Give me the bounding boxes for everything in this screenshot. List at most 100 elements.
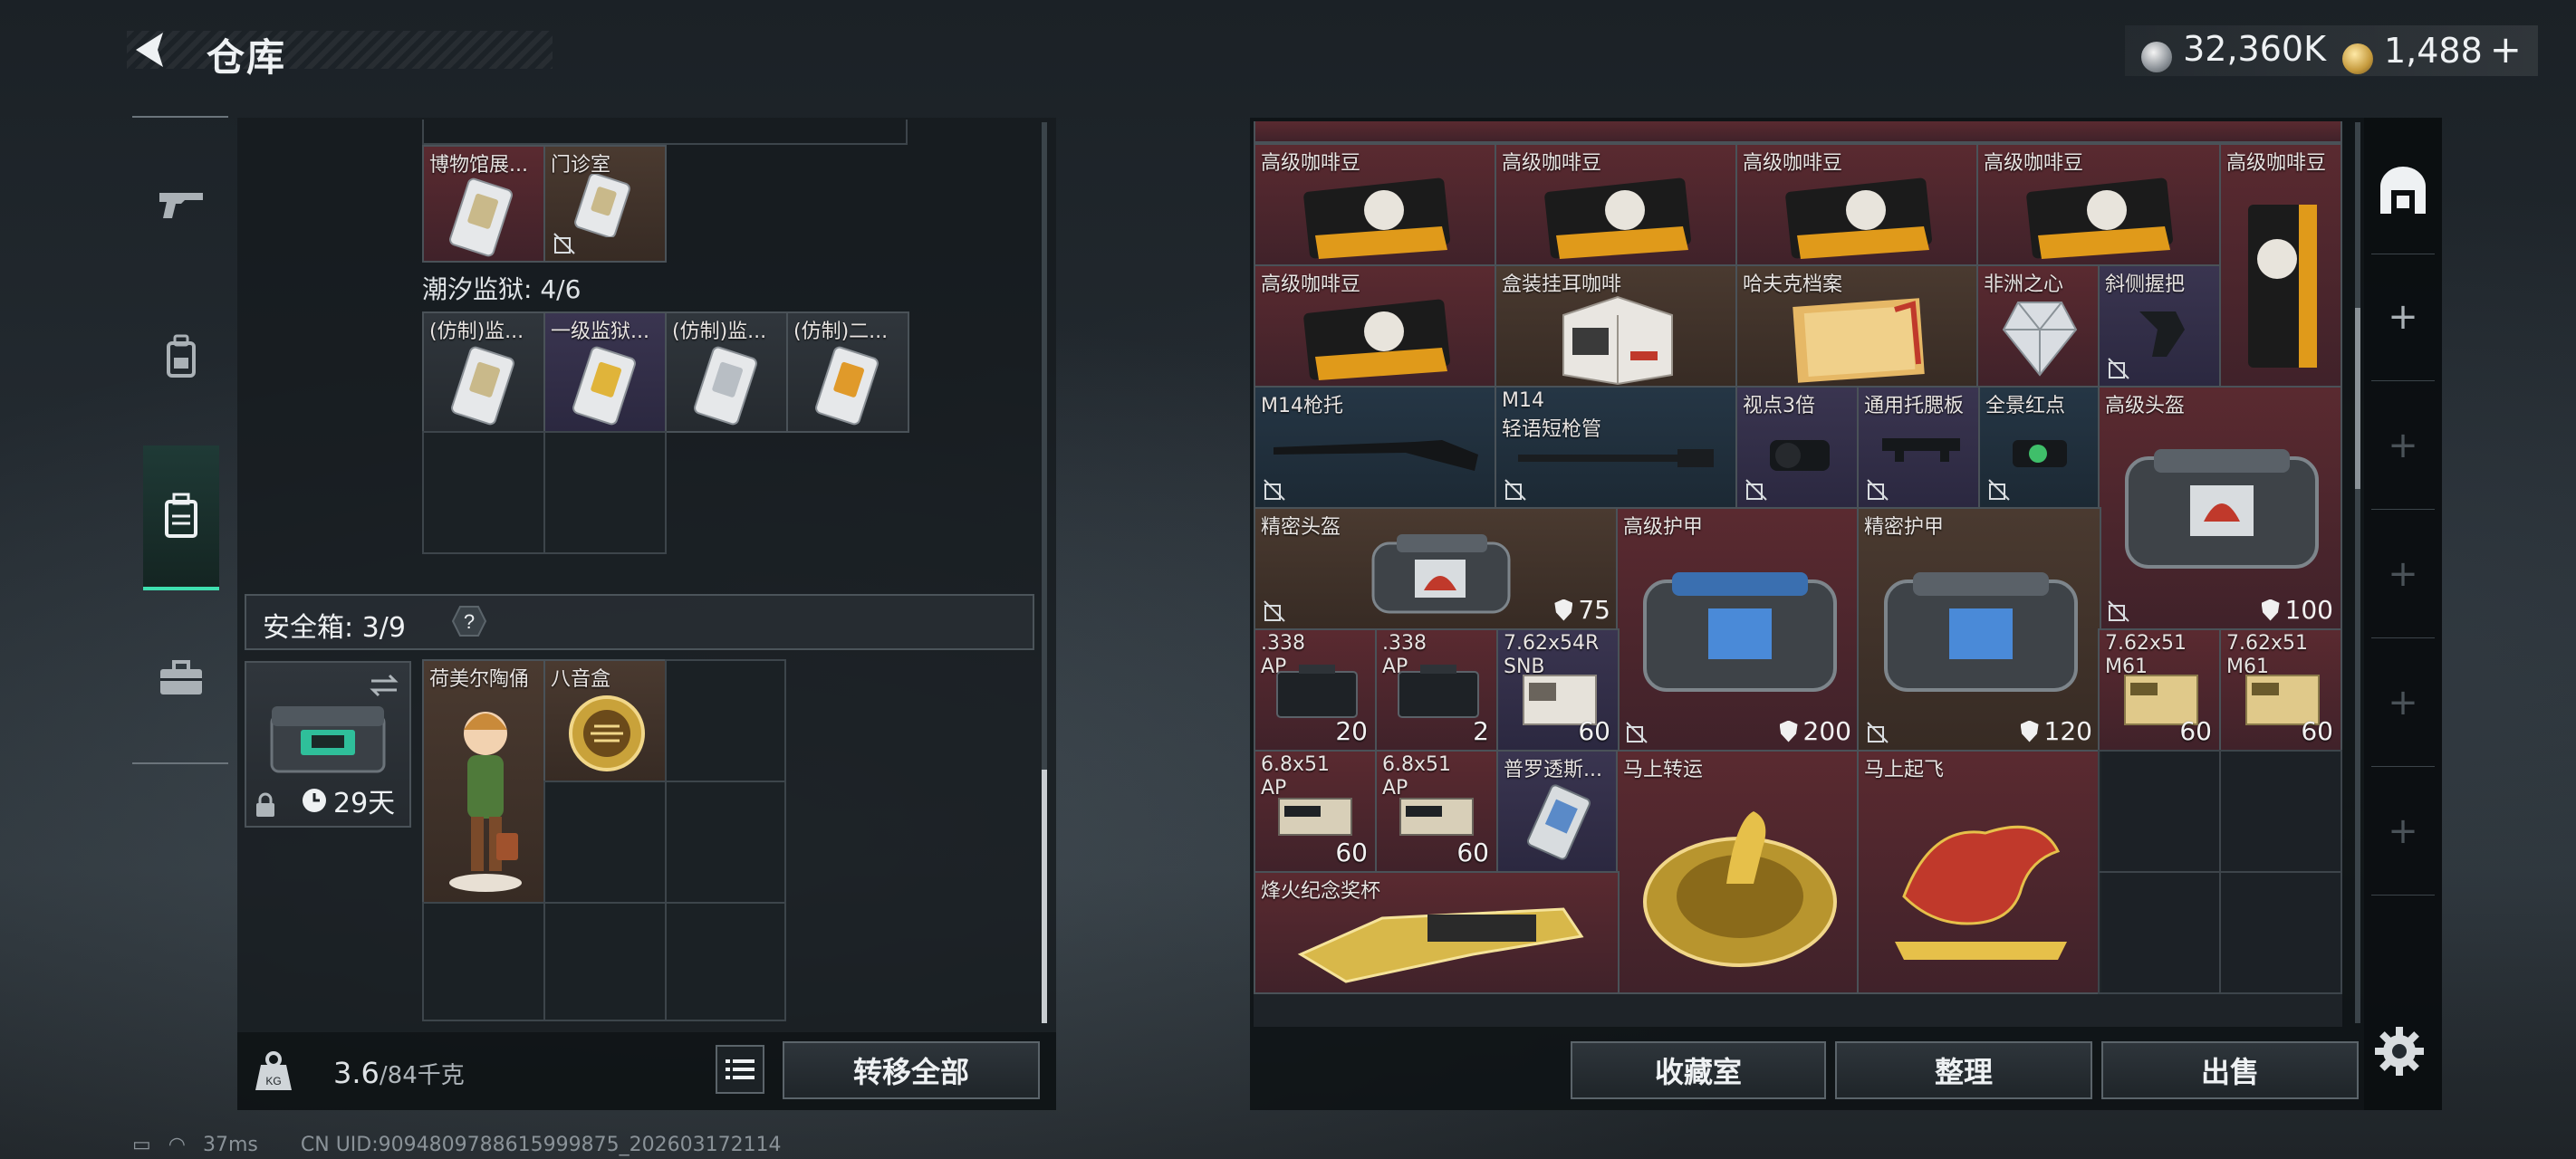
item-advanced-armor[interactable]: 高级护甲 200 [1616, 507, 1860, 752]
sell-button[interactable]: 出售 [2101, 1041, 2359, 1099]
item-coffee-beans[interactable]: 高级咖啡豆 [1735, 143, 1978, 266]
right-scrollbar-thumb[interactable] [2355, 308, 2360, 489]
svg-text:?: ? [464, 610, 475, 633]
item-museum-card[interactable]: 博物馆展... [422, 145, 545, 263]
item-horse-soar[interactable]: 马上起飞 [1857, 750, 2101, 994]
empty-slot[interactable] [665, 659, 786, 782]
item-coffee-beans[interactable]: 高级咖啡豆 [1254, 143, 1496, 266]
no-trade-icon [1264, 600, 1285, 622]
item-proteus-card[interactable]: 普罗透斯... [1496, 750, 1620, 873]
empty-slot[interactable] [665, 781, 786, 904]
stash-page-slot[interactable]: + [2368, 391, 2438, 500]
item-ammo-762x51[interactable]: 7.62x51 M61 60 [2219, 628, 2342, 752]
back-arrow-icon[interactable] [127, 27, 172, 72]
item-name: (仿制)监... [429, 321, 524, 343]
add-currency-button[interactable]: + [2490, 27, 2522, 72]
item-holographic-red-dot[interactable]: 全景红点 [1978, 386, 2100, 509]
gold-coin-display[interactable]: 1,488 + [2342, 27, 2522, 74]
item-quantity: 60 [1456, 838, 1489, 867]
item-3x-scope[interactable]: 视点3倍 [1735, 386, 1859, 509]
item-m14-barrel[interactable]: M14 轻语短枪管 [1495, 386, 1737, 509]
item-ammo-762x54r[interactable]: 7.62x54R SNB 60 [1496, 628, 1620, 752]
rail-divider [2371, 380, 2435, 381]
item-prison-card-1[interactable]: (仿制)监... [422, 311, 545, 433]
item-prison-card-3[interactable]: (仿制)监... [665, 311, 788, 433]
item-prison-card-4[interactable]: (仿制)二... [786, 311, 909, 433]
item-clinic-card[interactable]: 门诊室 [543, 145, 667, 263]
empty-slot[interactable] [422, 431, 545, 554]
durability: 100 [2261, 595, 2333, 625]
ammo-box-icon [1278, 798, 1352, 836]
keycard-icon [694, 346, 757, 426]
item-name: (仿制)监... [672, 321, 767, 343]
uid-text: CN UID:9094809788615999875_202603172114 [300, 1134, 782, 1156]
item-ammo-68x51[interactable]: 6.8x51 AP 60 [1375, 750, 1498, 873]
sidebar-item-containers[interactable] [143, 445, 219, 590]
helmet-case-icon [1371, 534, 1511, 614]
item-ammo-762x51[interactable]: 7.62x51 M61 60 [2098, 628, 2221, 752]
no-trade-icon [2108, 358, 2129, 379]
left-scrollbar-thumb[interactable] [1042, 770, 1047, 1023]
coffee-bag-icon [1785, 177, 1932, 259]
item-name: .338 [1382, 632, 1427, 655]
transfer-all-button[interactable]: 转移全部 [783, 1041, 1040, 1099]
item-prison-card-2[interactable]: 一级监狱... [543, 311, 667, 433]
item-heart-of-africa[interactable]: 非洲之心 [1976, 264, 2100, 388]
item-ammo-338ap[interactable]: .338 AP 20 [1254, 628, 1377, 752]
item-haavk-archive[interactable]: 哈夫克档案 [1735, 264, 1978, 388]
item-coffee-beans[interactable]: 高级咖啡豆 [1254, 264, 1496, 388]
empty-slot[interactable] [543, 431, 667, 554]
safebox-container[interactable]: 29天 [245, 661, 411, 828]
empty-slot[interactable] [2098, 871, 2221, 994]
item-music-box[interactable]: 八音盒 [543, 659, 667, 782]
item-precision-helmet[interactable]: 精密头盔 75 [1254, 507, 1620, 630]
shield-icon [1779, 720, 1798, 742]
item-advanced-helmet[interactable]: 高级头盔 100 [2098, 386, 2342, 630]
item-m14-stock[interactable]: M14枪托 [1254, 386, 1496, 509]
rail-divider [2371, 637, 2435, 638]
stash-page-home[interactable] [2368, 136, 2438, 244]
collection-room-button[interactable]: 收藏室 [1571, 1041, 1826, 1099]
sort-button[interactable]: 整理 [1835, 1041, 2092, 1099]
keycard-icon [1526, 784, 1591, 860]
item-name: 马上起飞 [1864, 759, 1945, 781]
item-ammo-338ap[interactable]: .338 AP 2 [1375, 628, 1498, 752]
empty-slot[interactable] [2219, 750, 2342, 873]
list-view-button[interactable] [716, 1045, 764, 1094]
item-name: .338 [1261, 632, 1305, 655]
currency-display: 32,360K 1,488 + [2125, 25, 2538, 76]
settings-gear-icon[interactable] [2371, 1023, 2427, 1079]
item-beacon-trophy[interactable]: 烽火纪念奖杯 [1254, 871, 1620, 994]
stash-page-slot[interactable]: + [2368, 648, 2438, 757]
item-cheek-rest[interactable]: 通用托腮板 [1857, 386, 1980, 509]
swap-icon[interactable] [368, 672, 400, 699]
sidebar-item-equipment[interactable] [143, 308, 219, 407]
sidebar-item-toolbox[interactable] [143, 628, 219, 728]
empty-slot[interactable] [543, 902, 667, 1021]
item-horse-fortune[interactable]: 马上转运 [1616, 750, 1860, 994]
item-coffee-beans-tall[interactable]: 高级咖啡豆 [2219, 143, 2342, 388]
empty-slot[interactable] [2098, 750, 2221, 873]
stash-page-slot[interactable]: + [2368, 777, 2438, 886]
empty-slot[interactable] [543, 781, 667, 904]
item-precision-armor[interactable]: 精密护甲 120 [1857, 507, 2101, 752]
right-scrollbar[interactable] [2355, 122, 2360, 1023]
empty-slot[interactable] [2219, 871, 2342, 994]
add-stash-page-button[interactable]: + [2368, 263, 2438, 371]
item-quantity: 60 [1335, 838, 1368, 867]
item-coffee-beans[interactable]: 高级咖啡豆 [1976, 143, 2221, 266]
sidebar-item-weapons[interactable] [143, 154, 219, 254]
item-name: 视点3倍 [1743, 395, 1815, 417]
keycard-icon [449, 177, 513, 257]
empty-slot[interactable] [665, 902, 786, 1021]
item-drip-coffee-box[interactable]: 盒装挂耳咖啡 [1495, 264, 1737, 388]
item-quantity: 20 [1335, 716, 1368, 746]
stash-page-slot[interactable]: + [2368, 520, 2438, 628]
item-ammo-68x51[interactable]: 6.8x51 AP 60 [1254, 750, 1377, 873]
item-angled-grip[interactable]: 斜侧握把 [2098, 264, 2221, 388]
item-hormel-figurine[interactable]: 荷美尔陶俑 [422, 659, 545, 904]
rail-divider [2371, 895, 2435, 896]
item-coffee-beans[interactable]: 高级咖啡豆 [1495, 143, 1737, 266]
empty-slot[interactable] [422, 902, 545, 1021]
help-icon[interactable]: ? [451, 603, 487, 639]
